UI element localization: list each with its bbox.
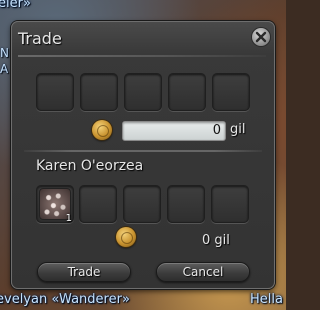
partner-gil-amount: 0 gil [202, 233, 230, 248]
close-x-icon [255, 31, 267, 43]
own-item-slot[interactable] [124, 73, 162, 111]
trade-partner-name: Karen O'eorzea [36, 158, 144, 174]
gil-amount-input[interactable]: 0 [122, 121, 226, 141]
gil-coin-icon [92, 120, 112, 140]
nameplate-fragment: A [0, 62, 9, 76]
player-nameplate-right: Hella [250, 292, 283, 307]
close-button[interactable] [252, 28, 270, 46]
nameplate-fragment: N [0, 46, 9, 60]
partner-item-slot [79, 185, 117, 223]
own-item-slot[interactable] [168, 73, 206, 111]
item-quantity: 1 [65, 213, 72, 224]
trade-button[interactable]: Trade [37, 262, 131, 282]
gil-unit-label: gil [230, 122, 246, 137]
own-item-slot[interactable] [212, 73, 250, 111]
trade-window: Trade 0 gil Karen O'eorzea 1 0 gil Trade… [11, 21, 275, 289]
player-nameplate-bottom: evelyan «Wanderer» [0, 292, 130, 307]
partner-item-slot[interactable]: 1 [36, 185, 74, 224]
player-nameplate-top: eler» [0, 0, 31, 11]
partner-item-slot [123, 185, 161, 223]
window-title: Trade [18, 29, 62, 48]
title-divider [18, 55, 266, 57]
title-bar[interactable]: Trade [12, 22, 274, 56]
partner-item-slot [211, 185, 249, 223]
partner-item-slot [167, 185, 205, 223]
own-item-slot[interactable] [80, 73, 118, 111]
cancel-button[interactable]: Cancel [156, 262, 250, 282]
section-divider [24, 150, 262, 152]
gil-coin-icon [116, 227, 136, 247]
own-item-slot[interactable] [36, 73, 74, 111]
